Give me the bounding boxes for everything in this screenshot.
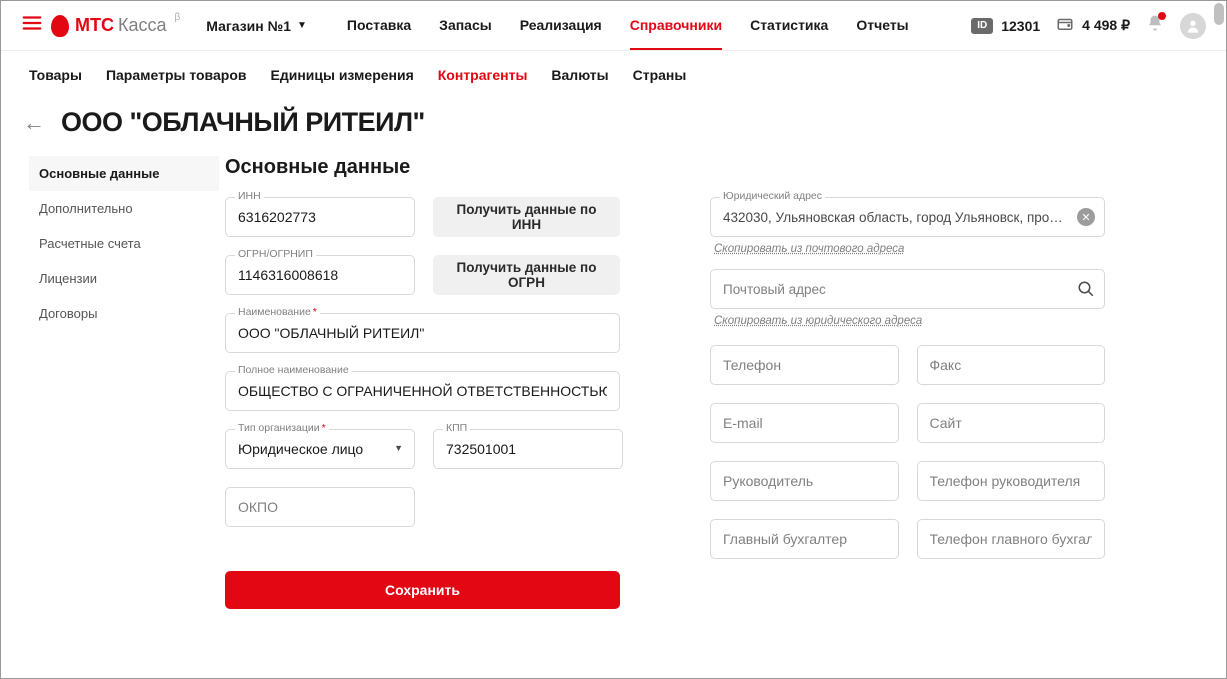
account-id-value: 12301 [1001,18,1040,34]
head-input[interactable] [710,461,899,501]
scrollbar-thumb[interactable] [1214,3,1224,25]
section-title: Основные данные [225,156,1198,179]
wallet-balance: 4 498 ₽ [1082,17,1130,34]
email-input[interactable] [710,403,899,443]
logo-mts: МТС [75,15,114,36]
search-icon[interactable] [1077,280,1095,298]
mts-egg-icon [51,15,69,37]
fax-input[interactable] [917,345,1106,385]
logo-kassa: Касса [118,15,167,36]
legal-address-input[interactable] [710,197,1105,237]
orgtype-select[interactable]: Юридическое лицо [225,429,415,469]
copy-from-postal-link[interactable]: Скопировать из почтового адреса [714,243,1105,255]
sub-nav: Товары Параметры товаров Единицы измерен… [1,51,1226,99]
back-arrow-icon[interactable]: ← [23,110,45,136]
nav-otchety[interactable]: Отчеты [856,17,908,50]
main-nav: Поставка Запасы Реализация Справочники С… [347,17,909,34]
site-input[interactable] [917,403,1106,443]
ogrn-label: ОГРН/ОГРНИП [235,248,316,260]
fullname-input[interactable] [225,371,620,411]
clear-icon[interactable]: ✕ [1077,208,1095,226]
notifications-button[interactable] [1146,14,1164,37]
main-header: МТС Касса β Магазин №1 ▼ Поставка Запасы… [1,1,1226,51]
store-name: Магазин №1 [206,18,291,34]
header-right: ID 12301 4 498 ₽ [971,13,1206,39]
subnav-valyuty[interactable]: Валюты [551,67,608,83]
subnav-strany[interactable]: Страны [633,67,687,83]
okpo-input[interactable] [225,487,415,527]
store-selector[interactable]: Магазин №1 ▼ [206,18,307,34]
sidetab-accounts[interactable]: Расчетные счета [29,226,219,261]
ogrn-input[interactable] [225,255,415,295]
save-button[interactable]: Сохранить [225,571,620,609]
sidetab-licenses[interactable]: Лицензии [29,261,219,296]
logo[interactable]: МТС Касса [51,15,167,37]
kpp-label: КПП [443,422,470,434]
hamburger-icon[interactable] [21,12,43,39]
notification-dot-icon [1158,12,1166,20]
id-icon: ID [971,18,993,34]
name-input[interactable] [225,313,620,353]
phone-input[interactable] [710,345,899,385]
head-phone-input[interactable] [917,461,1106,501]
subnav-edinitsy[interactable]: Единицы измерения [270,67,413,83]
beta-badge: β [175,12,181,23]
nav-zapasy[interactable]: Запасы [439,17,492,50]
caret-down-icon: ▼ [297,20,307,31]
orgtype-label: Тип организации* [235,422,329,434]
inn-label: ИНН [235,190,264,202]
nav-statistika[interactable]: Статистика [750,17,828,50]
title-row: ← ООО "ОБЛАЧНЫЙ РИТЕИЛ" [1,99,1226,156]
fetch-inn-button[interactable]: Получить данные по ИНН [433,197,620,237]
wallet-icon [1056,15,1074,36]
nav-realizatsiya[interactable]: Реализация [520,17,602,50]
content: Основные данные Дополнительно Расчетные … [1,156,1226,609]
subnav-tovary[interactable]: Товары [29,67,82,83]
copy-from-legal-link[interactable]: Скопировать из юридического адреса [714,315,1105,327]
form-area: Основные данные ИНН Получить данные по И… [219,156,1198,609]
side-tabs: Основные данные Дополнительно Расчетные … [29,156,219,609]
nav-spravochniki[interactable]: Справочники [630,17,722,50]
sidetab-contracts[interactable]: Договоры [29,296,219,331]
postal-address-input[interactable] [710,269,1105,309]
fullname-label: Полное наименование [235,364,352,376]
legal-addr-label: Юридический адрес [720,190,825,202]
wallet[interactable]: 4 498 ₽ [1056,15,1130,36]
subnav-parametry[interactable]: Параметры товаров [106,67,247,83]
accountant-input[interactable] [710,519,899,559]
page-title: ООО "ОБЛАЧНЫЙ РИТЕИЛ" [61,107,425,138]
fetch-ogrn-button[interactable]: Получить данные по ОГРН [433,255,620,295]
nav-postavka[interactable]: Поставка [347,17,411,50]
avatar[interactable] [1180,13,1206,39]
accountant-phone-input[interactable] [917,519,1106,559]
sidetab-additional[interactable]: Дополнительно [29,191,219,226]
inn-input[interactable] [225,197,415,237]
subnav-kontragenty[interactable]: Контрагенты [438,67,528,83]
sidetab-basic[interactable]: Основные данные [29,156,219,191]
form-left-column: ИНН Получить данные по ИНН ОГРН/ОГРНИП П… [225,197,620,609]
kpp-input[interactable] [433,429,623,469]
form-right-column: Юридический адрес ✕ Скопировать из почто… [710,197,1105,609]
account-id[interactable]: ID 12301 [971,18,1040,34]
name-label: Наименование* [235,306,320,318]
